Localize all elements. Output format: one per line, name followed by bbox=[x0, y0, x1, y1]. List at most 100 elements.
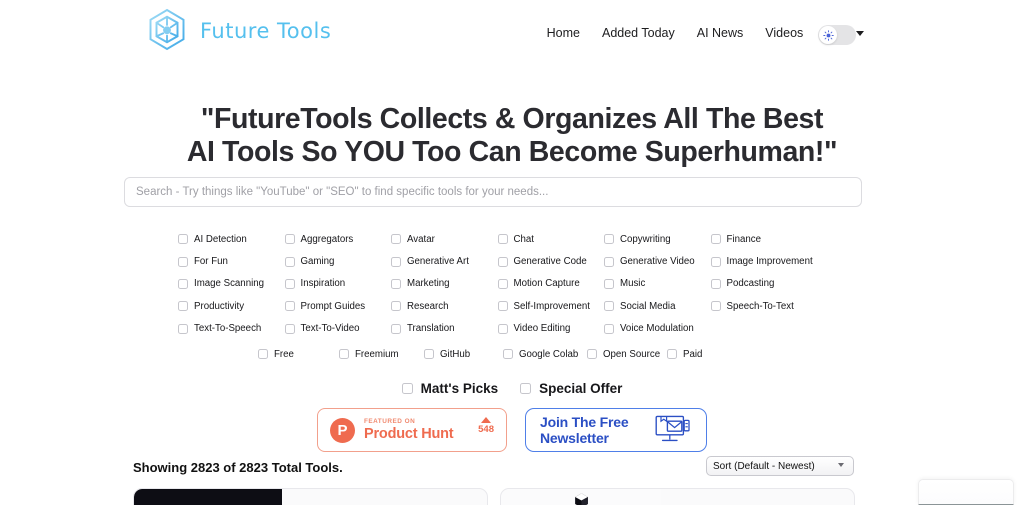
filter-checkbox-image-improvement[interactable]: Image Improvement bbox=[710, 250, 818, 272]
filter-checkbox-podcasting[interactable]: Podcasting bbox=[710, 273, 818, 295]
checkbox-icon[interactable] bbox=[497, 234, 508, 245]
filter-label: Music bbox=[620, 278, 646, 290]
checkbox-icon[interactable] bbox=[391, 234, 401, 245]
filter-checkbox-inspiration[interactable]: Inspiration bbox=[284, 273, 392, 295]
checkbox-icon[interactable] bbox=[604, 278, 614, 289]
checkbox-icon[interactable] bbox=[604, 234, 614, 245]
checkbox-icon[interactable] bbox=[710, 234, 721, 245]
nav-home[interactable]: Home bbox=[547, 26, 580, 40]
filter-checkbox-marketing[interactable]: Marketing bbox=[391, 273, 498, 295]
checkbox-icon[interactable] bbox=[178, 234, 188, 245]
page-root: Future Tools Home Added Today AI News Vi… bbox=[0, 0, 1024, 505]
filter-checkbox-text-to-video[interactable]: Text-To-Video bbox=[284, 318, 392, 340]
checkbox-icon[interactable] bbox=[178, 256, 188, 267]
filter-checkbox-translation[interactable]: Translation bbox=[391, 318, 498, 340]
filter-checkbox-text-to-speech[interactable]: Text-To-Speech bbox=[178, 318, 285, 340]
filter-checkbox-copywriting[interactable]: Copywriting bbox=[604, 228, 711, 250]
filter-checkbox-open-source[interactable]: Open Source bbox=[587, 349, 660, 360]
checkbox-icon[interactable] bbox=[284, 234, 295, 245]
checkbox-icon[interactable] bbox=[178, 278, 188, 289]
filter-checkbox-generative-art[interactable]: Generative Art bbox=[391, 250, 498, 272]
nav-ai-news[interactable]: AI News bbox=[697, 26, 744, 40]
brand-logo-link[interactable]: Future Tools bbox=[143, 7, 331, 55]
headline-line-1: "FutureTools Collects & Organizes All Th… bbox=[200, 103, 824, 136]
checkbox-icon[interactable] bbox=[503, 349, 513, 359]
filter-label: Podcasting bbox=[726, 278, 775, 290]
nav-videos[interactable]: Videos bbox=[765, 26, 803, 40]
filter-label: Prompt Guides bbox=[300, 300, 366, 312]
tool-card[interactable] bbox=[500, 488, 855, 505]
newsletter-button[interactable]: Join The Free Newsletter bbox=[525, 408, 707, 452]
filter-checkbox-matt-s-picks[interactable]: Matt's Picks bbox=[401, 381, 498, 396]
filter-checkbox-productivity[interactable]: Productivity bbox=[178, 295, 285, 317]
checkbox-icon[interactable] bbox=[604, 301, 614, 312]
checkbox-icon[interactable] bbox=[604, 323, 614, 334]
filter-checkbox-google-colab[interactable]: Google Colab bbox=[503, 349, 578, 360]
filter-checkbox-speech-to-text[interactable]: Speech-To-Text bbox=[710, 295, 818, 317]
checkbox-icon[interactable] bbox=[284, 256, 295, 267]
filter-checkbox-music[interactable]: Music bbox=[604, 273, 711, 295]
checkbox-icon[interactable] bbox=[497, 278, 508, 289]
checkbox-icon[interactable] bbox=[667, 349, 677, 359]
checkbox-icon[interactable] bbox=[710, 256, 721, 267]
filter-checkbox-research[interactable]: Research bbox=[391, 295, 498, 317]
checkbox-icon[interactable] bbox=[604, 256, 614, 267]
filter-label: Research bbox=[407, 300, 449, 312]
checkbox-icon[interactable] bbox=[284, 301, 295, 312]
checkbox-icon[interactable] bbox=[710, 278, 721, 289]
tool-card-thumbnail bbox=[134, 489, 282, 505]
filter-checkbox-chat[interactable]: Chat bbox=[497, 228, 605, 250]
filter-checkbox-finance[interactable]: Finance bbox=[710, 228, 818, 250]
filter-checkbox-for-fun[interactable]: For Fun bbox=[178, 250, 285, 272]
checkbox-icon[interactable] bbox=[339, 349, 349, 359]
tool-card[interactable] bbox=[133, 488, 488, 505]
checkbox-icon[interactable] bbox=[710, 301, 721, 312]
newsletter-label: Join The Free Newsletter bbox=[540, 414, 629, 446]
checkbox-icon[interactable] bbox=[284, 278, 295, 289]
filter-checkbox-image-scanning[interactable]: Image Scanning bbox=[178, 273, 285, 295]
checkbox-icon[interactable] bbox=[178, 323, 188, 334]
checkbox-icon[interactable] bbox=[391, 323, 401, 334]
checkbox-icon[interactable] bbox=[401, 383, 413, 394]
checkbox-icon[interactable] bbox=[497, 301, 508, 312]
filter-checkbox-video-editing[interactable]: Video Editing bbox=[497, 318, 605, 340]
filter-checkbox-free[interactable]: Free bbox=[258, 349, 294, 360]
checkbox-icon[interactable] bbox=[391, 278, 401, 289]
checkbox-icon[interactable] bbox=[258, 349, 268, 359]
filter-checkbox-voice-modulation[interactable]: Voice Modulation bbox=[604, 318, 711, 340]
checkbox-icon[interactable] bbox=[424, 349, 434, 359]
sort-dropdown[interactable]: Sort (Default - Newest) bbox=[706, 456, 854, 476]
product-hunt-vote-count: 548 bbox=[478, 424, 494, 435]
filter-checkbox-ai-detection[interactable]: AI Detection bbox=[178, 228, 285, 250]
checkbox-icon[interactable] bbox=[587, 349, 597, 359]
filter-checkbox-motion-capture[interactable]: Motion Capture bbox=[497, 273, 605, 295]
filter-checkbox-generative-video[interactable]: Generative Video bbox=[604, 250, 711, 272]
filter-label: Speech-To-Text bbox=[726, 300, 794, 312]
filter-checkbox-prompt-guides[interactable]: Prompt Guides bbox=[284, 295, 392, 317]
filter-checkbox-social-media[interactable]: Social Media bbox=[604, 295, 711, 317]
checkbox-icon[interactable] bbox=[178, 301, 188, 312]
checkbox-icon[interactable] bbox=[284, 323, 295, 334]
filter-label: Special Offer bbox=[539, 381, 623, 396]
floating-widget[interactable] bbox=[918, 479, 1014, 505]
checkbox-icon[interactable] bbox=[497, 323, 508, 334]
filter-checkbox-generative-code[interactable]: Generative Code bbox=[497, 250, 605, 272]
theme-toggle[interactable] bbox=[818, 25, 856, 45]
filter-checkbox-freemium[interactable]: Freemium bbox=[339, 349, 399, 360]
checkbox-icon[interactable] bbox=[497, 256, 508, 267]
search-input[interactable] bbox=[124, 177, 862, 207]
nav-added-today[interactable]: Added Today bbox=[602, 26, 675, 40]
badge-row: P FEATURED ON Product Hunt 548 Join The … bbox=[0, 408, 1024, 452]
filter-checkbox-aggregators[interactable]: Aggregators bbox=[284, 228, 392, 250]
filter-checkbox-github[interactable]: GitHub bbox=[424, 349, 470, 360]
filter-label: Marketing bbox=[407, 278, 450, 290]
product-hunt-badge[interactable]: P FEATURED ON Product Hunt 548 bbox=[317, 408, 507, 452]
filter-checkbox-paid[interactable]: Paid bbox=[667, 349, 702, 360]
checkbox-icon[interactable] bbox=[391, 256, 401, 267]
checkbox-icon[interactable] bbox=[520, 383, 532, 394]
filter-checkbox-self-improvement[interactable]: Self-Improvement bbox=[497, 295, 605, 317]
filter-checkbox-avatar[interactable]: Avatar bbox=[391, 228, 498, 250]
filter-checkbox-special-offer[interactable]: Special Offer bbox=[520, 381, 622, 396]
filter-checkbox-gaming[interactable]: Gaming bbox=[284, 250, 392, 272]
checkbox-icon[interactable] bbox=[391, 301, 401, 312]
